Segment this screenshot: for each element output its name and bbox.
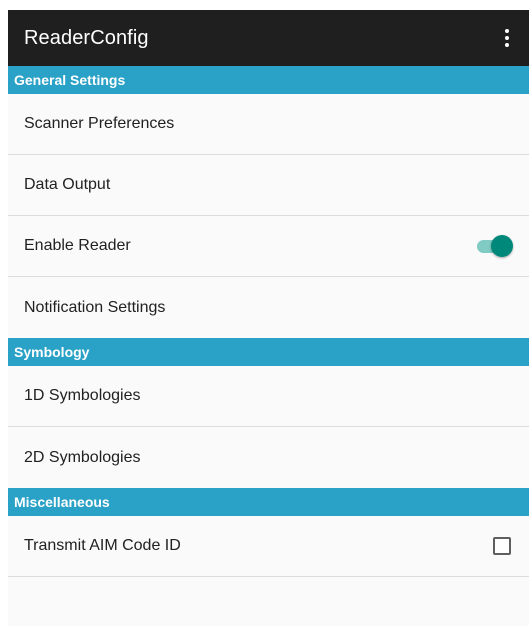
pref-data-output[interactable]: Data Output [8, 155, 529, 216]
pref-notification-settings[interactable]: Notification Settings [8, 277, 529, 338]
pref-enable-reader[interactable]: Enable Reader [8, 216, 529, 277]
pref-transmit-aim-code-id[interactable]: Transmit AIM Code ID [8, 516, 529, 577]
pref-label: 1D Symbologies [24, 387, 141, 404]
app-title: ReaderConfig [24, 26, 149, 49]
pref-label: 2D Symbologies [24, 448, 141, 466]
section-header-symbology: Symbology [8, 338, 529, 366]
pref-label: Scanner Preferences [24, 115, 175, 132]
pref-scanner-preferences[interactable]: Scanner Preferences [8, 94, 529, 155]
settings-screen: ReaderConfig General Settings Scanner Pr… [8, 10, 529, 626]
transmit-aim-code-id-checkbox[interactable] [493, 537, 511, 555]
enable-reader-switch[interactable] [477, 234, 513, 258]
section-header-miscellaneous: Miscellaneous [8, 488, 529, 516]
more-vert-icon[interactable] [495, 18, 519, 58]
pref-1d-symbologies[interactable]: 1D Symbologies [8, 366, 529, 427]
switch-thumb [491, 235, 513, 257]
pref-label: Transmit AIM Code ID [24, 537, 181, 554]
app-bar: ReaderConfig [8, 10, 529, 66]
pref-2d-symbologies[interactable]: 2D Symbologies [8, 427, 529, 488]
pref-label: Notification Settings [24, 298, 166, 316]
section-header-general-settings: General Settings [8, 66, 529, 94]
pref-label: Enable Reader [24, 237, 131, 254]
pref-label: Data Output [24, 176, 111, 193]
